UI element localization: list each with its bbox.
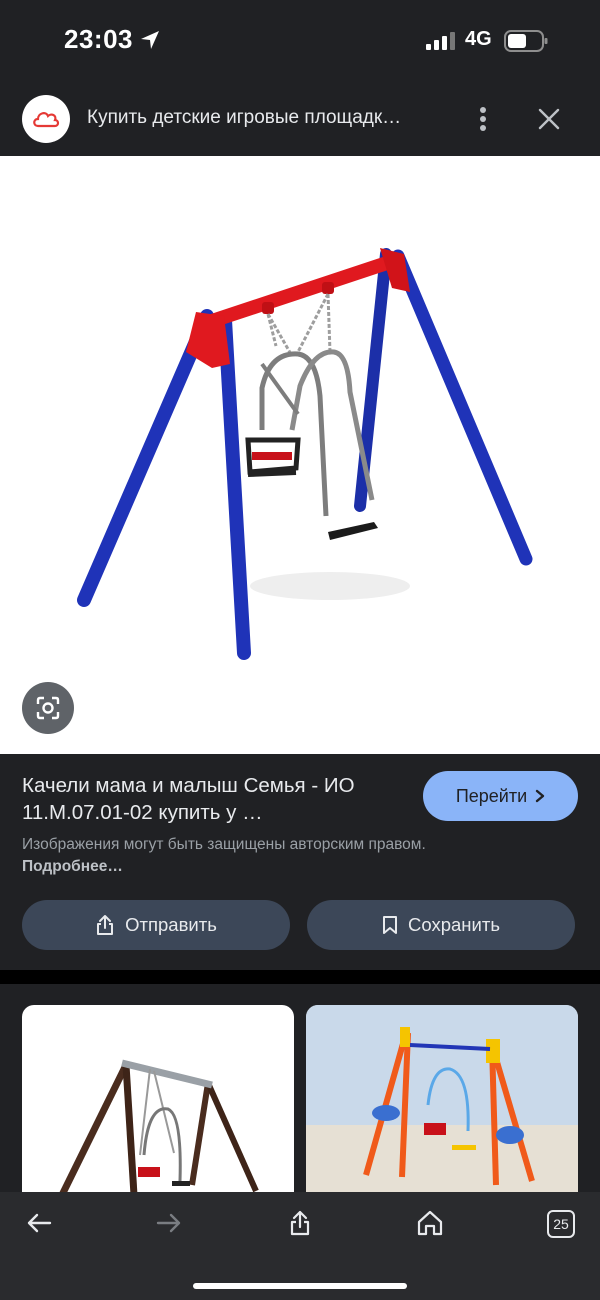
bookmark-icon xyxy=(383,916,398,934)
related-image[interactable] xyxy=(22,1005,294,1195)
share-button[interactable]: Отправить xyxy=(22,900,290,950)
colorful-swing-thumbnail xyxy=(306,1005,578,1195)
visit-button[interactable]: Перейти xyxy=(423,771,578,821)
copyright-text: Изображения могут быть защищены авторски… xyxy=(22,836,426,853)
brown-swing-thumbnail xyxy=(58,1059,259,1195)
share-icon[interactable] xyxy=(283,1206,317,1240)
signal-bars-icon xyxy=(426,32,455,50)
more-vert-icon[interactable] xyxy=(470,102,496,136)
tab-count: 25 xyxy=(553,1216,569,1232)
share-icon xyxy=(97,915,114,935)
section-divider xyxy=(0,970,600,984)
close-icon[interactable] xyxy=(532,102,566,136)
arrow-forward-icon[interactable] xyxy=(152,1206,186,1240)
network-label: 4G xyxy=(465,28,492,50)
save-button-label: Сохранить xyxy=(408,914,500,935)
page-title[interactable]: Купить детские игровые площадк… xyxy=(87,107,437,129)
location-arrow-icon xyxy=(141,31,159,49)
status-bar: 23:03 4G xyxy=(0,0,600,82)
bottom-toolbar: 25 xyxy=(0,1192,600,1300)
home-indicator[interactable] xyxy=(193,1283,407,1289)
browser-title-bar: Купить детские игровые площадк… xyxy=(0,82,600,156)
arrow-back-icon[interactable] xyxy=(22,1206,56,1240)
chevron-right-icon xyxy=(535,789,545,803)
battery-icon xyxy=(504,30,548,52)
result-title[interactable]: Качели мама и малыш Семья - ИО 11.М.07.0… xyxy=(22,772,402,826)
tab-switcher-button[interactable]: 25 xyxy=(547,1210,575,1238)
lens-icon[interactable] xyxy=(22,682,74,734)
share-button-label: Отправить xyxy=(125,914,217,935)
visit-button-label: Перейти xyxy=(455,785,528,806)
swing-illustration xyxy=(77,248,533,660)
copyright-notice: Изображения могут быть защищены авторски… xyxy=(22,834,442,878)
save-button[interactable]: Сохранить xyxy=(307,900,575,950)
home-icon[interactable] xyxy=(413,1206,447,1240)
cloud-logo-icon xyxy=(22,95,70,143)
learn-more-link[interactable]: Подробнее… xyxy=(22,858,123,875)
related-image[interactable] xyxy=(306,1005,578,1195)
related-images xyxy=(0,984,600,1195)
status-time: 23:03 xyxy=(64,24,133,54)
main-image[interactable] xyxy=(0,156,600,754)
result-info: Качели мама и малыш Семья - ИО 11.М.07.0… xyxy=(0,754,600,970)
